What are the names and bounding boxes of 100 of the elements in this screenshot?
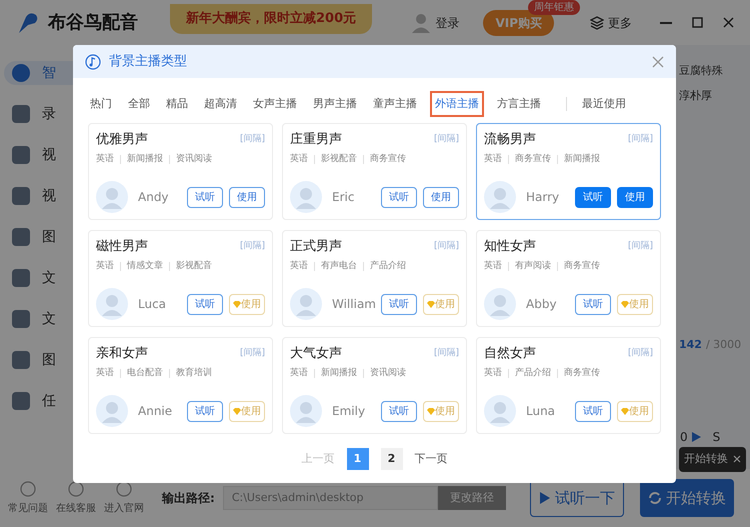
listen-button[interactable]: 试听 bbox=[381, 400, 417, 422]
sidebar-item[interactable]: 视 bbox=[12, 143, 80, 167]
sidebar-item[interactable]: 文 bbox=[12, 266, 80, 290]
voice-card[interactable]: 自然女声 [间隔] 英语 产品介绍 商务宣传 Luna 试听 使用 bbox=[476, 337, 661, 434]
promo-banner[interactable]: 新年大酬宾，限时立减200元 bbox=[170, 4, 372, 34]
character-count: 142 bbox=[679, 337, 702, 353]
voice-tag: 英语 bbox=[484, 366, 502, 380]
sidebar-item[interactable]: 图 bbox=[12, 348, 80, 372]
pause-tag: [间隔] bbox=[240, 133, 265, 146]
listen-button[interactable]: 试听 bbox=[187, 400, 223, 422]
help-link[interactable]: 常见问题 bbox=[8, 480, 48, 516]
close-icon[interactable] bbox=[723, 17, 734, 28]
circle-icon bbox=[116, 480, 132, 496]
category-tab[interactable]: 男声主播 bbox=[310, 91, 360, 117]
app-title: 布谷鸟配音 bbox=[48, 11, 138, 35]
voice-tag: 电台配音 bbox=[127, 366, 163, 380]
voice-name: Emily bbox=[332, 403, 366, 420]
category-tab[interactable]: 最近使用 bbox=[579, 91, 629, 117]
help-link[interactable]: 在线客服 bbox=[56, 480, 96, 516]
maximize-icon[interactable] bbox=[692, 17, 703, 28]
category-tab[interactable]: 热门 bbox=[87, 91, 115, 117]
listen-button[interactable]: 试听 bbox=[575, 186, 611, 208]
listen-button[interactable]: 试听 bbox=[381, 186, 417, 208]
voice-tag: 英语 bbox=[96, 152, 114, 166]
listen-button[interactable]: 试听 bbox=[381, 294, 417, 314]
voice-title: 磁性男声 bbox=[96, 238, 148, 256]
avatar-icon bbox=[96, 181, 128, 213]
page-button[interactable]: 1 bbox=[346, 448, 368, 470]
player-time: 0 bbox=[680, 429, 688, 446]
music-note-icon bbox=[85, 54, 101, 70]
voice-name: Abby bbox=[526, 296, 558, 313]
login-link[interactable]: 登录 bbox=[435, 14, 460, 32]
voice-card[interactable]: 大气女声 [间隔] 英语 新闻播报 资讯阅读 Emily 试听 使用 bbox=[282, 337, 467, 434]
sidebar-item[interactable]: 任 bbox=[12, 389, 80, 413]
voice-tag: 有声阅读 bbox=[515, 260, 551, 273]
sidebar-item[interactable]: 图 bbox=[12, 225, 80, 249]
listen-button[interactable]: 试听 bbox=[187, 294, 223, 314]
tool-icon bbox=[12, 146, 30, 164]
voice-tag: 商务宣传 bbox=[370, 152, 406, 166]
start-convert-button[interactable]: 开始转换 bbox=[640, 479, 734, 517]
voice-card[interactable]: 正式男声 [间隔] 英语 有声电台 产品介绍 William 试听 使用 bbox=[282, 230, 467, 327]
use-button[interactable]: 使用 bbox=[229, 186, 265, 208]
voice-title: 正式男声 bbox=[290, 238, 342, 256]
voice-name: Annie bbox=[138, 403, 174, 420]
voice-card[interactable]: 亲和女声 [间隔] 英语 电台配音 教育培训 Annie 试听 使用 bbox=[88, 337, 273, 434]
avatar-icon bbox=[96, 288, 128, 320]
tool-icon bbox=[12, 351, 30, 369]
use-button[interactable]: 使用 bbox=[617, 186, 653, 208]
voice-card[interactable]: 知性女声 [间隔] 英语 有声阅读 商务宣传 Abby 试听 使用 bbox=[476, 230, 661, 327]
tool-icon bbox=[12, 310, 30, 328]
voice-tag: 英语 bbox=[484, 152, 502, 166]
category-tab[interactable]: 全部 bbox=[125, 91, 153, 117]
sidebar-item[interactable]: 录 bbox=[12, 102, 80, 126]
diamond-icon bbox=[427, 300, 435, 308]
pause-tag: [间隔] bbox=[628, 133, 653, 146]
more-menu[interactable]: 更多 bbox=[608, 14, 632, 32]
help-link[interactable]: 进入官网 bbox=[104, 480, 144, 516]
category-tab[interactable]: 超高清 bbox=[201, 91, 240, 117]
voice-card[interactable]: 庄重男声 [间隔] 英语 影视配音 商务宣传 Eric 试听 使用 bbox=[282, 123, 467, 220]
listen-button[interactable]: 试听 bbox=[575, 400, 611, 422]
vip-badge: 周年钜惠 bbox=[528, 0, 580, 14]
category-tab[interactable]: 精品 bbox=[163, 91, 191, 117]
page-button[interactable]: 2 bbox=[380, 448, 402, 470]
voice-tag: 产品介绍 bbox=[370, 260, 406, 273]
tool-icon bbox=[12, 64, 30, 82]
circle-icon bbox=[20, 480, 36, 496]
avatar-icon bbox=[290, 181, 322, 213]
sidebar-item[interactable]: 视 bbox=[12, 184, 80, 208]
voice-title: 大气女声 bbox=[290, 345, 342, 363]
voice-card[interactable]: 流畅男声 [间隔] 英语 商务宣传 新闻播报 Harry 试听 使用 bbox=[476, 123, 661, 220]
minimize-icon[interactable] bbox=[660, 22, 672, 24]
play-icon bbox=[538, 492, 551, 504]
diamond-icon bbox=[621, 300, 629, 308]
listen-button[interactable]: 试听 bbox=[575, 294, 611, 314]
pause-tag: [间隔] bbox=[434, 133, 459, 146]
voice-name: Luna bbox=[526, 403, 556, 420]
voice-card[interactable]: 优雅男声 [间隔] 英语 新闻播报 资讯阅读 Andy 试听 使用 bbox=[88, 123, 273, 220]
category-tab[interactable]: 女声主播 bbox=[250, 91, 300, 117]
voice-tag: 资讯阅读 bbox=[176, 152, 212, 166]
player-label: S bbox=[712, 429, 720, 446]
diamond-icon bbox=[233, 408, 241, 414]
sidebar-item[interactable]: 文 bbox=[12, 307, 80, 331]
voice-card[interactable]: 磁性男声 [间隔] 英语 情感文章 影视配音 Luca 试听 使用 bbox=[88, 230, 273, 327]
listen-button[interactable]: 试听 bbox=[187, 186, 223, 208]
circle-icon bbox=[68, 480, 84, 496]
category-tab[interactable]: 外语主播 bbox=[430, 91, 484, 117]
voice-tag: 新闻播报 bbox=[321, 366, 357, 380]
pause-tag: [间隔] bbox=[240, 347, 265, 360]
next-page-button[interactable]: 下一页 bbox=[414, 450, 448, 468]
voice-title: 流畅男声 bbox=[484, 131, 536, 149]
use-button[interactable]: 使用 bbox=[423, 186, 459, 208]
category-tab[interactable]: 童声主播 bbox=[370, 91, 420, 117]
layers-icon[interactable] bbox=[590, 16, 604, 30]
category-tab[interactable]: 方言主播 bbox=[494, 91, 544, 117]
diamond-icon bbox=[427, 408, 435, 414]
voice-tag: 英语 bbox=[290, 260, 308, 273]
voice-name: William bbox=[332, 296, 377, 313]
voice-title: 庄重男声 bbox=[290, 131, 342, 149]
play-icon[interactable] bbox=[692, 432, 701, 442]
tool-icon bbox=[12, 228, 30, 246]
